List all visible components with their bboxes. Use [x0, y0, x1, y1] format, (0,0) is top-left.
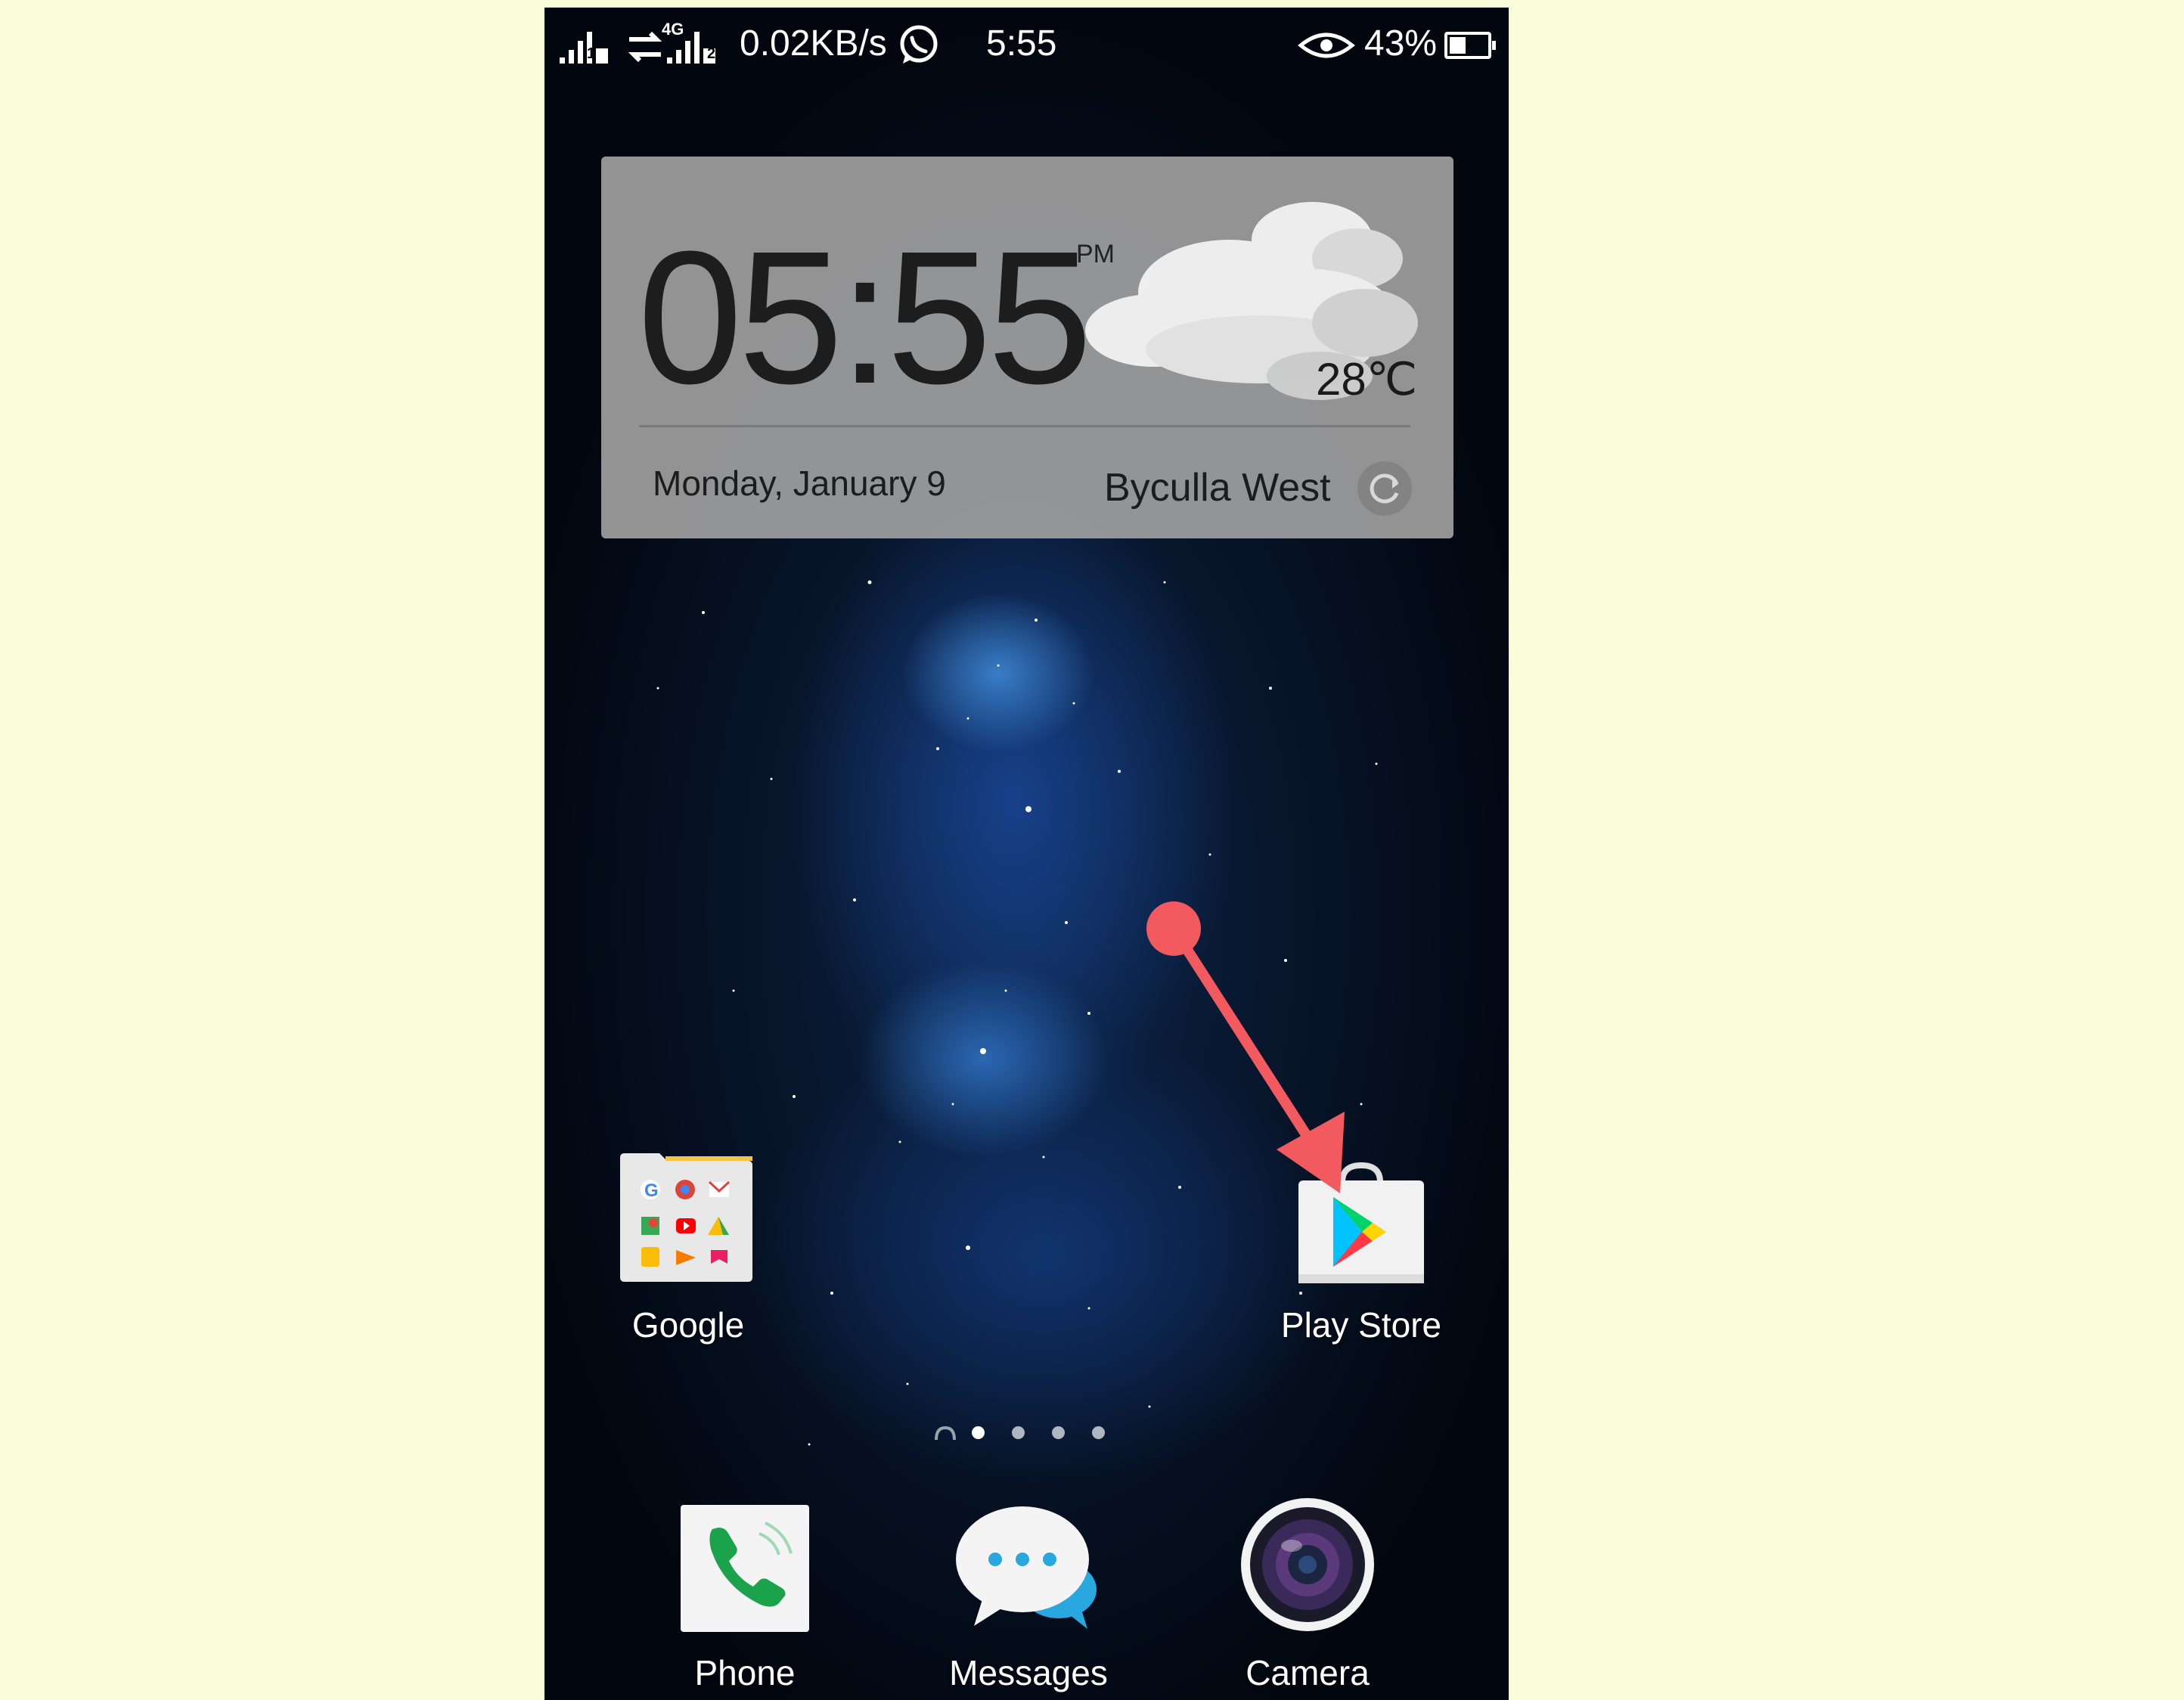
app-label-google: Google [631, 1305, 745, 1345]
app-label-play-store: Play Store [1280, 1305, 1442, 1345]
refresh-icon [1370, 473, 1399, 504]
dock-app-messages[interactable]: Messages [945, 1491, 1112, 1700]
app-label-messages: Messages [949, 1653, 1108, 1692]
data-transfer-icon [628, 31, 662, 63]
google-folder-icon: G [620, 1153, 752, 1282]
app-label-phone: Phone [694, 1653, 796, 1692]
status-time: 5:55 [986, 23, 1057, 64]
page-dot-2[interactable] [1012, 1426, 1025, 1439]
page-dot-4[interactable] [1092, 1426, 1105, 1439]
home-page-icon [935, 1425, 956, 1441]
battery-percent: 43% [1364, 23, 1438, 64]
phone-icon [681, 1505, 809, 1632]
messages-icon [956, 1506, 1097, 1629]
app-play-store[interactable]: Play Store [1270, 1142, 1452, 1350]
page-indicator[interactable] [934, 1420, 1131, 1443]
whatsapp-icon [900, 25, 938, 64]
eye-comfort-icon [1298, 33, 1355, 58]
sim1-label: 1 [587, 45, 596, 62]
battery-icon [1444, 32, 1496, 59]
svg-text:G: G [644, 1180, 659, 1201]
widget-date: Monday, January 9 [653, 464, 946, 503]
dock-app-camera[interactable]: Camera [1231, 1488, 1384, 1700]
app-google-folder[interactable]: G Google [613, 1146, 764, 1350]
phone-screen: 1 4G 2 0.02KB/s 5:55 43% 05:55 PM 28℃ Mo… [544, 8, 1509, 1700]
sim2-label: 2 [707, 45, 716, 62]
page-dot-3[interactable] [1052, 1426, 1065, 1439]
page-dot-1[interactable] [972, 1426, 985, 1439]
widget-location[interactable]: Byculla West [1104, 465, 1331, 510]
widget-clock-time: 05:55 [638, 212, 1093, 423]
battery-fill [1450, 37, 1466, 54]
weather-temperature: 28℃ [1316, 354, 1418, 405]
app-label-camera: Camera [1246, 1653, 1370, 1692]
dock-app-phone[interactable]: Phone [673, 1497, 817, 1700]
status-bar: 1 4G 2 0.02KB/s 5:55 43% [544, 8, 1509, 83]
camera-icon [1241, 1498, 1374, 1631]
widget-divider [639, 425, 1410, 427]
refresh-button[interactable] [1357, 461, 1412, 516]
net-speed: 0.02KB/s [740, 23, 887, 64]
clock-weather-widget[interactable]: 05:55 PM 28℃ Monday, January 9 Byculla W… [601, 157, 1453, 538]
play-store-icon [1298, 1162, 1424, 1283]
signal-sim1-icon [560, 32, 608, 64]
